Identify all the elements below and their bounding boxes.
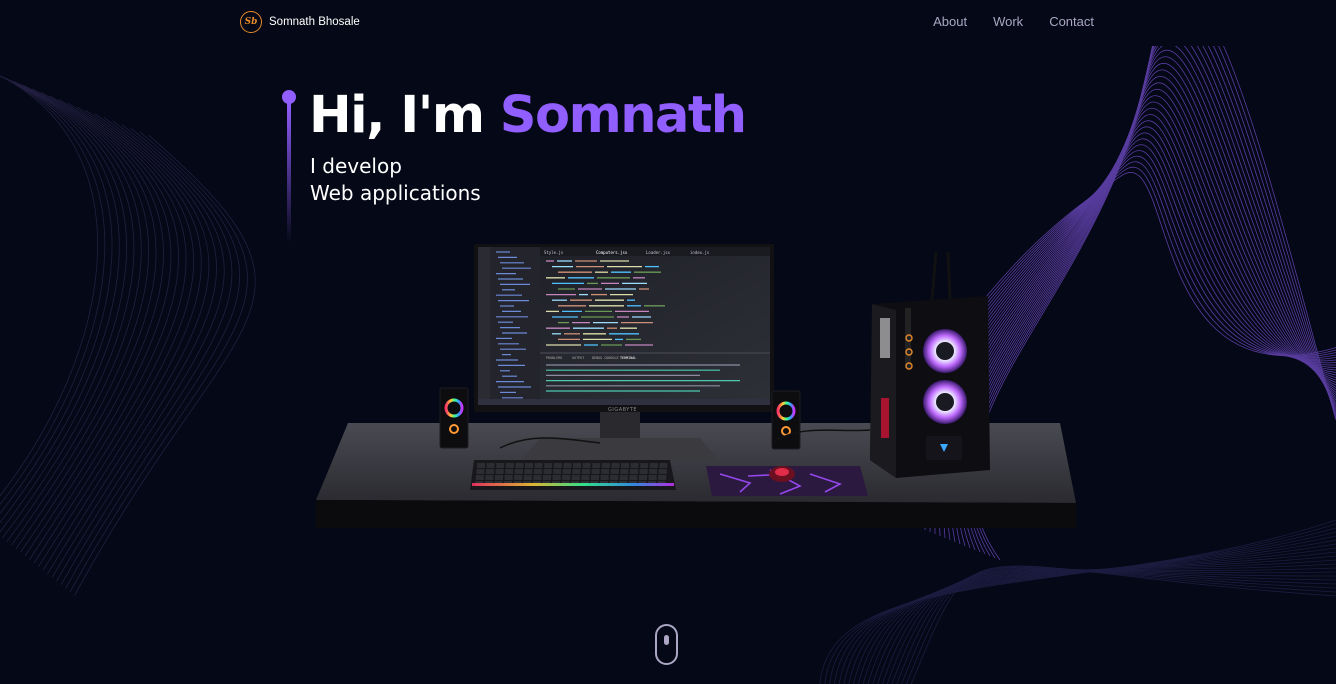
keyboard-key <box>630 463 639 468</box>
keyboard-key <box>495 469 504 474</box>
hero-name: Somnath <box>499 86 747 145</box>
keyboard-key <box>552 475 561 480</box>
editor-tab-0: Style.js <box>544 250 564 255</box>
hero-greeting: Hi, I'm <box>309 86 485 145</box>
brand-link[interactable]: Sb Somnath Bhosale <box>240 10 360 34</box>
hero-subtitle-line2: Web applications <box>310 181 481 205</box>
navbar: Sb Somnath Bhosale About Work Contact <box>0 0 1336 46</box>
keyboard-key <box>621 463 629 468</box>
keyboard-key <box>525 463 533 468</box>
keyboard-key <box>486 469 494 474</box>
keyboard-key <box>611 463 620 468</box>
keyboard-key <box>523 475 532 480</box>
scroll-wheel <box>664 635 669 645</box>
nav-link-about[interactable]: About <box>933 14 967 29</box>
keyboard-key <box>630 469 638 474</box>
keyboard-key <box>629 475 638 480</box>
keyboard-key <box>534 463 543 468</box>
editor-tab-1: Computers.jsx <box>596 250 628 255</box>
keyboard-key <box>600 475 609 480</box>
keyboard-key <box>562 469 571 474</box>
keyboard-key <box>581 475 590 480</box>
keyboard-key <box>610 469 619 474</box>
keyboard-key <box>648 475 657 480</box>
panel-tab-terminal: TERMINAL <box>620 356 636 360</box>
keyboard-key <box>496 463 505 468</box>
keyboard-key <box>543 469 552 474</box>
keyboard-key <box>563 463 572 468</box>
keyboard-key <box>591 475 599 480</box>
keyboard-key <box>477 463 485 468</box>
keyboard-key <box>485 475 494 480</box>
mouse-scroll-icon[interactable] <box>655 624 678 665</box>
keyboard-key <box>553 463 562 468</box>
keyboard-key <box>495 475 503 480</box>
keyboard-key <box>514 469 523 474</box>
panel-tab-debug: DEBUG CONSOLE <box>592 356 619 360</box>
editor-tab-3: index.js <box>690 250 710 255</box>
keyboard-key <box>649 463 658 468</box>
keyboard-key <box>582 469 590 474</box>
keyboard-key <box>543 475 551 480</box>
panel-tab-problems: PROBLEMS <box>546 356 562 360</box>
keyboard-key <box>592 463 601 468</box>
keyboard-key <box>524 469 533 474</box>
keyboard-key <box>640 463 649 468</box>
hero-subtitle: I develop Web applications <box>310 153 481 207</box>
keyboard-key <box>562 475 571 480</box>
mouse <box>769 466 795 482</box>
keyboard-key <box>515 463 524 468</box>
keyboard-key <box>514 475 523 480</box>
speaker-left <box>439 387 469 449</box>
nav-link-work[interactable]: Work <box>993 14 1023 29</box>
brand-name: Somnath Bhosale <box>269 16 360 28</box>
keyboard-key <box>601 469 610 474</box>
keyboard-key <box>658 475 667 480</box>
monitor: Style.js Computers.jsx Loader.jsx index.… <box>474 244 774 413</box>
keyboard-key <box>639 469 648 474</box>
nav-links: About Work Contact <box>933 14 1094 29</box>
keyboard-key <box>619 475 628 480</box>
keyboard-key <box>572 469 581 474</box>
keyboard-key <box>544 463 553 468</box>
keyboard-key <box>601 463 610 468</box>
keyboard-key <box>620 469 629 474</box>
keyboard-key <box>475 475 484 480</box>
hero-title: Hi, I'm Somnath <box>309 86 747 146</box>
keyboard-key <box>486 463 495 468</box>
nav-link-contact[interactable]: Contact <box>1049 14 1094 29</box>
keyboard-key <box>582 463 591 468</box>
keyboard-key <box>571 475 580 480</box>
panel-tab-output: OUTPUT <box>572 356 584 360</box>
logo-initials: Sb <box>244 17 258 27</box>
keyboard-key <box>591 469 600 474</box>
keyboard-key <box>504 475 513 480</box>
keyboard <box>470 460 676 490</box>
keyboard-key <box>553 469 562 474</box>
accent-line <box>287 102 291 244</box>
keyboard-key <box>649 469 658 474</box>
editor-tab-2: Loader.jsx <box>646 250 671 255</box>
sb-monogram-icon: Sb <box>240 11 262 33</box>
keyboard-key <box>610 475 619 480</box>
keyboard-key <box>476 469 485 474</box>
keyboard-key <box>659 463 668 468</box>
hero-section: Hi, I'm Somnath I develop Web applicatio… <box>0 0 1336 684</box>
keyboard-key <box>533 475 542 480</box>
keyboard-key <box>573 463 581 468</box>
keyboard-key <box>505 469 514 474</box>
keyboard-key <box>505 463 514 468</box>
keyboard-key <box>658 469 667 474</box>
keyboard-key <box>639 475 647 480</box>
monitor-brand: GIGABYTE <box>608 407 637 413</box>
pc-tower <box>870 251 990 478</box>
hero-subtitle-line1: I develop <box>310 154 402 178</box>
desk-setup-canvas[interactable]: Style.js Computers.jsx Loader.jsx index.… <box>300 238 1100 538</box>
keyboard-key <box>534 469 542 474</box>
